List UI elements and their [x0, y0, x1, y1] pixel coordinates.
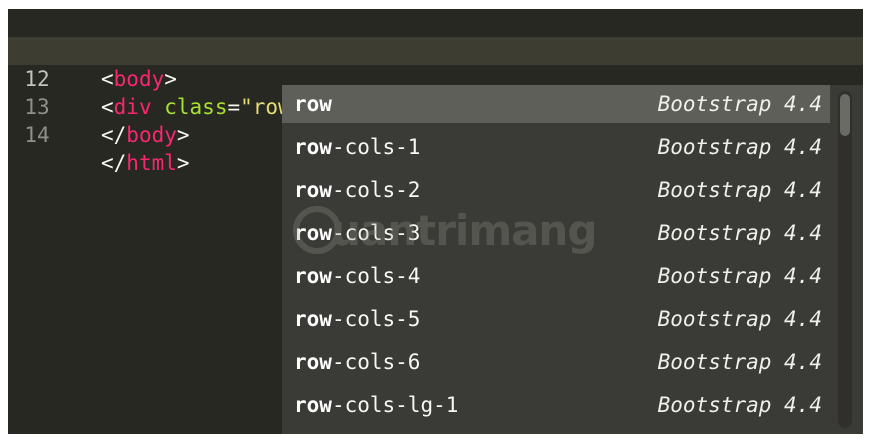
completion-match: row: [294, 393, 332, 417]
code-text: </html>: [101, 149, 190, 177]
autocomplete-item[interactable]: row-cols-6 Bootstrap 4.4: [282, 343, 830, 381]
autocomplete-item[interactable]: row-cols-5 Bootstrap 4.4: [282, 300, 830, 338]
completion-rest: -cols-4: [331, 264, 421, 288]
bracket: </: [101, 123, 127, 147]
completion-name: row-cols-lg-1: [294, 386, 458, 424]
completion-name: row-cols-6: [294, 343, 420, 381]
completion-source: Bootstrap 4.4: [657, 135, 822, 159]
bracket: >: [176, 151, 190, 175]
completion-match: row: [294, 135, 332, 159]
autocomplete-item[interactable]: row-cols-2 Bootstrap 4.4: [282, 171, 830, 209]
completion-name: row-cols-1: [294, 128, 420, 166]
autocomplete-item[interactable]: row-cols-lg-1 Bootstrap 4.4: [282, 386, 830, 424]
completion-source: Bootstrap 4.4: [657, 350, 822, 374]
completion-name: row-cols-5: [294, 300, 420, 338]
completion-rest: -cols-5: [331, 307, 421, 331]
scrollbar-thumb[interactable]: [840, 94, 850, 136]
completion-source: Bootstrap 4.4: [657, 393, 822, 417]
bracket: </: [101, 151, 127, 175]
bracket: >: [176, 123, 190, 147]
completion-name: row-cols-2: [294, 171, 420, 209]
autocomplete-item[interactable]: row-cols-4 Bootstrap 4.4: [282, 257, 830, 295]
autocomplete-item[interactable]: row-cols-1 Bootstrap 4.4: [282, 128, 830, 166]
completion-source: Bootstrap 4.4: [657, 307, 822, 331]
completion-rest: -cols-lg-1: [331, 393, 459, 417]
line-number: 14: [24, 123, 50, 147]
completion-source: Bootstrap 4.4: [657, 221, 822, 245]
autocomplete-item[interactable]: row-cols-3 Bootstrap 4.4: [282, 214, 830, 252]
completion-match: row: [294, 350, 332, 374]
tag-name: body: [126, 123, 177, 147]
completion-rest: -cols-3: [331, 221, 421, 245]
code-text: </body>: [101, 121, 190, 149]
code-line[interactable]: 11 <body>: [8, 9, 863, 91]
completion-rest: -cols-6: [331, 350, 421, 374]
code-editor[interactable]: 11 <body> 12 <div class="row"> 13 </body…: [8, 9, 863, 434]
completion-match: row: [294, 264, 332, 288]
completion-name: row-cols-3: [294, 214, 420, 252]
completion-rest: -cols-1: [331, 135, 421, 159]
completion-source: Bootstrap 4.4: [657, 264, 822, 288]
completion-name: row: [294, 85, 332, 123]
completion-match: row: [294, 221, 332, 245]
completion-rest: -cols-2: [331, 178, 421, 202]
completion-match: row: [294, 92, 332, 116]
code-line-active[interactable]: 12 <div class="row">: [8, 37, 863, 119]
completion-match: row: [294, 307, 332, 331]
completion-source: Bootstrap 4.4: [657, 178, 822, 202]
autocomplete-item-selected[interactable]: row Bootstrap 4.4: [282, 85, 830, 123]
completion-source: Bootstrap 4.4: [657, 92, 822, 116]
autocomplete-popup[interactable]: row Bootstrap 4.4 row-cols-1 Bootstrap 4…: [282, 85, 863, 434]
completion-name: row-cols-4: [294, 257, 420, 295]
completion-match: row: [294, 178, 332, 202]
popup-scrollbar[interactable]: [838, 91, 852, 428]
tag-name: html: [126, 151, 177, 175]
